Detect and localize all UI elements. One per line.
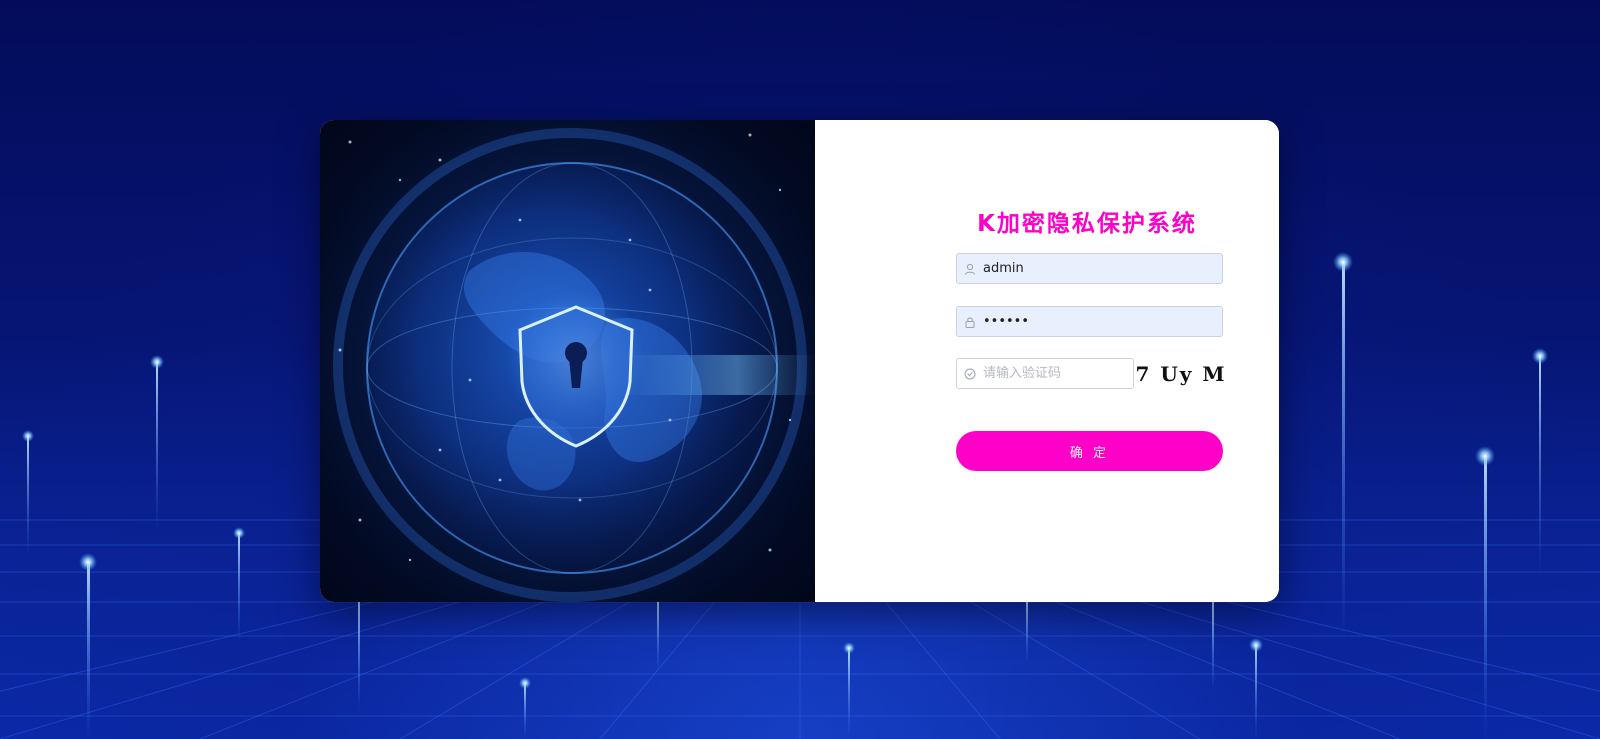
lock-icon: [957, 306, 983, 337]
globe-shield-graphic: [333, 128, 815, 602]
login-title: K加密隐私保护系统: [977, 211, 1197, 237]
captcha-input[interactable]: [983, 359, 1153, 388]
user-icon: [957, 253, 983, 284]
password-input[interactable]: [983, 307, 1213, 336]
captcha-field[interactable]: [956, 358, 1153, 389]
password-field[interactable]: [956, 306, 1223, 337]
login-card: K加密隐私保护系统 admin •••••• 请输入验证码 7 Uy M 确 定: [320, 120, 1279, 602]
login-form-panel: K加密隐私保护系统 admin •••••• 请输入验证码 7 Uy M 确 定: [815, 120, 1279, 602]
username-input[interactable]: [983, 254, 1213, 283]
username-field[interactable]: [956, 253, 1223, 284]
captcha-image[interactable]: 7 Uy M: [1135, 358, 1225, 389]
circle-check-icon: [957, 358, 983, 389]
confirm-button[interactable]: 确 定: [956, 431, 1223, 471]
security-globe-illustration: [320, 120, 815, 602]
